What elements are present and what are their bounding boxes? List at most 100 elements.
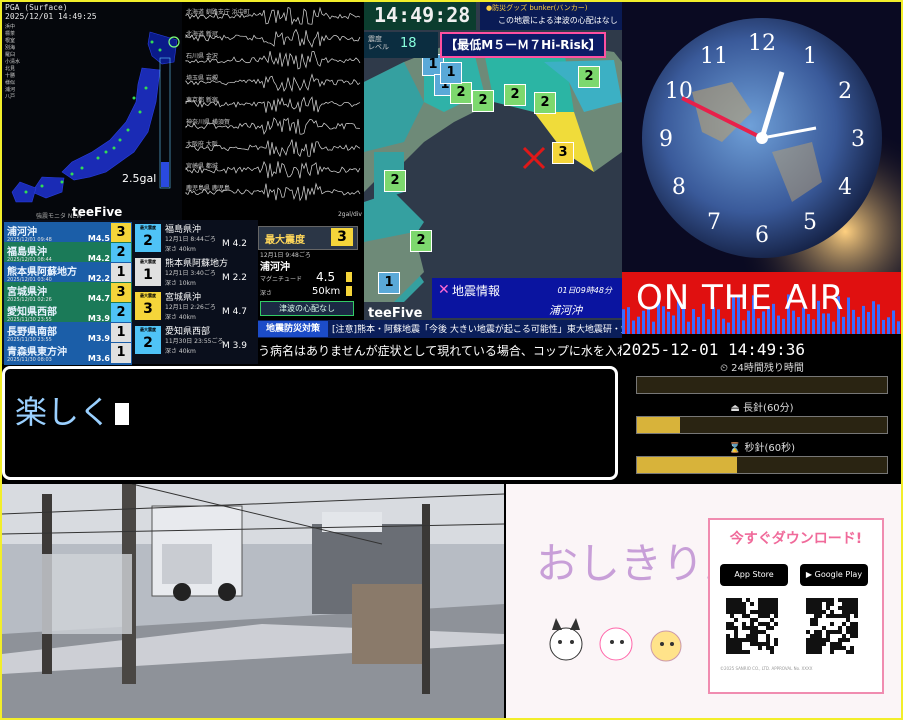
qr-module <box>734 602 738 606</box>
qr-module <box>738 650 742 654</box>
shindo-badge: 1 <box>111 263 131 283</box>
progress-bar <box>636 416 888 434</box>
news-ticker: 地震防災対策 [注意]熊本・阿蘇地震「今後 大きい地震が起こる可能性」東大地震研… <box>258 320 657 338</box>
visualizer-bar <box>847 297 850 334</box>
qr-module <box>838 630 842 634</box>
qr-module <box>758 610 762 614</box>
qr-module <box>730 606 734 610</box>
map-notice-box: ●防災グッズ bunker(バンカー) この地震による津波の心配はなし <box>480 2 622 30</box>
qr-module <box>770 606 774 610</box>
qr-module <box>806 602 810 606</box>
qr-module <box>842 614 846 618</box>
qr-module <box>750 630 754 634</box>
station-intensity-marker: 1 <box>440 62 462 84</box>
qr-module <box>846 602 850 606</box>
qr-module <box>822 638 826 642</box>
shindo-badge: 3 <box>111 223 131 243</box>
app-advertisement[interactable]: おしきりん 今すぐダウンロード! App Store ▶ Google Play… <box>506 484 901 718</box>
app-store-button[interactable]: App Store <box>720 564 788 586</box>
qr-module <box>850 606 854 610</box>
qr-module <box>850 598 854 602</box>
max-intensity-box: 最大震度 3 <box>258 226 358 250</box>
qr-module <box>830 646 834 650</box>
quake-name: 青森県東方沖 <box>7 347 67 358</box>
qr-module <box>806 610 810 614</box>
qr-module <box>854 614 858 618</box>
qr-module <box>770 610 774 614</box>
qr-module <box>766 598 770 602</box>
shindo-badge: 2 <box>111 303 131 323</box>
progress-fill <box>637 457 737 473</box>
shindo-badge-label: 最大震度 <box>140 225 156 230</box>
info-place: 浦河沖 <box>549 304 582 317</box>
qr-module <box>750 634 754 638</box>
depth-label: 深さ <box>260 290 273 297</box>
ad-fine-print: ©2025 SANRIO CO., LTD. APPROVAL No. XXXX <box>720 666 813 671</box>
clock-number: 12 <box>748 31 776 56</box>
qr-module <box>754 638 758 642</box>
qr-module <box>738 598 742 602</box>
qr-module <box>814 638 818 642</box>
qr-module <box>838 642 842 646</box>
quake-time: 12月1日 2:26ごろ <box>165 304 216 311</box>
qr-module <box>746 614 750 618</box>
qr-module <box>814 618 818 622</box>
visualizer-bar <box>707 319 710 334</box>
qr-module <box>830 602 834 606</box>
cross-icon: ✕ <box>438 282 450 298</box>
qr-module <box>738 638 742 642</box>
qr-module <box>734 626 738 630</box>
quake-name: 愛知県西部 <box>7 307 57 318</box>
visualizer-bar <box>627 307 630 334</box>
qr-module <box>734 610 738 614</box>
qr-module <box>730 642 734 646</box>
qr-module <box>818 630 822 634</box>
earthquake-info-banner: ✕ 地震情報 01日09時48分 浦河沖 <box>432 278 622 318</box>
station-intensity-marker: 2 <box>534 92 556 114</box>
qr-module <box>734 646 738 650</box>
qr-module <box>826 634 830 638</box>
quake-depth: 深さ 40km <box>165 314 196 321</box>
shindo-badge-label: 最大震度 <box>140 293 156 298</box>
waveform-trace <box>185 6 361 26</box>
depth-value: 50km <box>312 286 341 297</box>
qr-module <box>738 602 742 606</box>
qr-module <box>826 614 830 618</box>
qr-module <box>842 646 846 650</box>
shindo-level-label: 震度 レベル <box>368 35 389 51</box>
shindo-badge: 最大震度 2 <box>135 326 161 354</box>
qr-module <box>758 630 762 634</box>
qr-module <box>770 626 774 630</box>
qr-module <box>758 646 762 650</box>
qr-module <box>806 642 810 646</box>
clock-number: 5 <box>803 210 817 235</box>
text-console[interactable]: 楽しく <box>2 366 618 480</box>
qr-module <box>806 646 810 650</box>
qr-module <box>814 598 818 602</box>
qr-module <box>750 638 754 642</box>
quake-name: 長野県南部 <box>7 327 57 338</box>
qr-module <box>762 630 766 634</box>
google-play-button[interactable]: ▶ Google Play <box>800 564 868 586</box>
info-title: 地震情報 <box>452 284 501 298</box>
visualizer-bar <box>872 301 875 334</box>
character-illustration <box>549 618 682 662</box>
app-store-qr-code[interactable] <box>724 596 782 658</box>
qr-module <box>814 614 818 618</box>
qr-module <box>774 610 778 614</box>
qr-module <box>750 618 754 622</box>
qr-module <box>854 606 858 610</box>
magnitude-value: 4.5 <box>316 270 336 284</box>
shindo-badge: 1 <box>111 343 131 363</box>
visualizer-bar <box>652 321 655 334</box>
qr-module <box>738 606 742 610</box>
qr-module <box>726 650 730 654</box>
qr-module <box>814 634 818 638</box>
console-text: 楽しく <box>15 393 112 431</box>
recent-earthquakes-panel: 浦河沖 2025/12/01 09:48 M4.5 3 福島県沖 2025/12/01 0… <box>2 220 258 365</box>
clock-number: 11 <box>700 44 728 69</box>
qr-module <box>734 638 738 642</box>
google-play-qr-code[interactable] <box>804 596 862 658</box>
qr-module <box>830 630 834 634</box>
visualizer-bar <box>852 309 855 334</box>
